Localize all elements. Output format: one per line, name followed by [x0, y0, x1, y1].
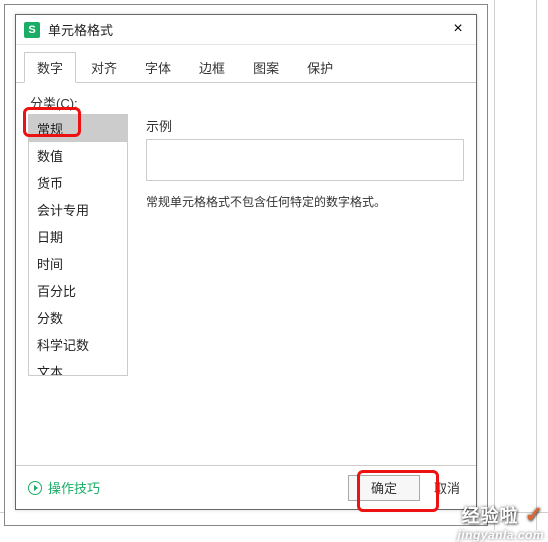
app-icon: S: [24, 22, 40, 38]
category-scientific[interactable]: 科学记数: [29, 331, 127, 358]
category-number[interactable]: 数值: [29, 142, 127, 169]
detail-pane: 示例 常规单元格格式不包含任何特定的数字格式。: [146, 114, 464, 376]
cell-format-dialog: S 单元格格式 × 数字 对齐 字体 边框 图案 保护 分类(C): 常规 数值…: [15, 14, 477, 510]
tab-bar: 数字 对齐 字体 边框 图案 保护: [16, 45, 476, 83]
tab-border[interactable]: 边框: [186, 52, 238, 83]
category-list[interactable]: 常规 数值 货币 会计专用 日期 时间 百分比 分数 科学记数 文本 特殊 自定…: [28, 114, 128, 376]
category-general[interactable]: 常规: [29, 115, 127, 142]
tab-font[interactable]: 字体: [132, 52, 184, 83]
category-time[interactable]: 时间: [29, 250, 127, 277]
category-percentage[interactable]: 百分比: [29, 277, 127, 304]
close-button[interactable]: ×: [446, 20, 470, 40]
ok-button[interactable]: 确定: [348, 475, 420, 501]
category-accounting[interactable]: 会计专用: [29, 196, 127, 223]
category-text[interactable]: 文本: [29, 358, 127, 376]
tab-number[interactable]: 数字: [24, 52, 76, 83]
play-icon: [28, 481, 42, 495]
category-date[interactable]: 日期: [29, 223, 127, 250]
tips-label: 操作技巧: [48, 478, 100, 497]
watermark: 经验啦 ✓ jingyanla.com: [462, 502, 544, 528]
example-box: [146, 139, 464, 181]
titlebar: S 单元格格式 ×: [16, 15, 476, 45]
check-icon: ✓: [525, 502, 544, 528]
tips-link[interactable]: 操作技巧: [28, 478, 100, 497]
dialog-title: 单元格格式: [48, 20, 446, 39]
example-label: 示例: [146, 116, 464, 135]
dialog-footer: 操作技巧 确定 取消: [16, 465, 476, 509]
gridline: [536, 0, 537, 530]
category-fraction[interactable]: 分数: [29, 304, 127, 331]
content-area: 分类(C): 常规 数值 货币 会计专用 日期 时间 百分比 分数 科学记数 文…: [16, 83, 476, 386]
tab-alignment[interactable]: 对齐: [78, 52, 130, 83]
gridline: [494, 0, 495, 530]
tab-pattern[interactable]: 图案: [240, 52, 292, 83]
tab-protection[interactable]: 保护: [294, 52, 346, 83]
category-label: 分类(C):: [30, 93, 464, 112]
cancel-button[interactable]: 取消: [434, 478, 464, 497]
format-description: 常规单元格格式不包含任何特定的数字格式。: [146, 193, 464, 212]
category-currency[interactable]: 货币: [29, 169, 127, 196]
